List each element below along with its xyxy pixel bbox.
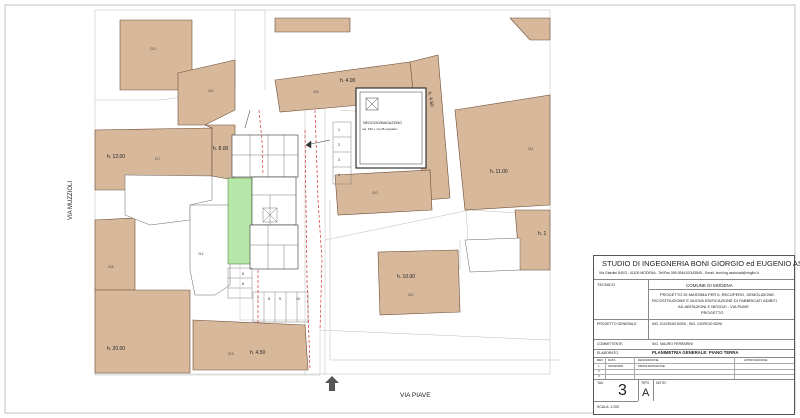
svg-text:213: 213: [228, 352, 234, 356]
svg-text:210: 210: [408, 293, 414, 297]
height-label: h. 11.00: [490, 169, 508, 175]
svg-text:2: 2: [338, 143, 340, 147]
svg-text:213: 213: [150, 47, 156, 51]
building-top-right: [509, 17, 551, 41]
svg-text:5: 5: [242, 272, 244, 276]
svg-text:219: 219: [313, 90, 319, 94]
tb-header: STUDIO DI INGEGNERIA BONI GIORGIO ed EUG…: [594, 256, 800, 280]
svg-text:211: 211: [528, 147, 533, 151]
studio-name: STUDIO DI INGEGNERIA BONI GIORGIO ed EUG…: [602, 259, 800, 268]
title-block: STUDIO DI INGEGNERIA BONI GIORGIO ed EUG…: [593, 255, 800, 415]
block-middle: [251, 176, 297, 226]
height-label: h. 10.00: [397, 274, 415, 280]
tb-scale: SCALA: 1:200: [594, 401, 638, 414]
street-via-piave: VIA PIAVE: [400, 392, 431, 399]
svg-text:4: 4: [338, 173, 340, 177]
building-1000: [377, 249, 461, 316]
svg-text:218: 218: [108, 265, 114, 269]
height-label: h. 4.50: [250, 350, 266, 356]
building-218: [94, 217, 136, 291]
tecnico-label: TECNICO: [597, 282, 615, 287]
svg-text:210: 210: [372, 191, 378, 195]
block-south: [249, 224, 299, 270]
height-label: h. 8.00: [213, 146, 229, 152]
green-area: [227, 177, 253, 265]
white-blocks: [124, 174, 521, 296]
building-2000: [94, 289, 191, 374]
block-north: [231, 134, 299, 178]
tipo-value: A: [642, 387, 650, 399]
building-211: [454, 94, 551, 211]
magazzino-sub: mq. 150 + mq 45 soppalco: [362, 127, 398, 131]
svg-text:216: 216: [208, 89, 214, 93]
svg-text:9: 9: [279, 297, 281, 301]
svg-text:3: 3: [338, 158, 340, 162]
entry-arrow-icon: [325, 376, 339, 391]
svg-text:214: 214: [198, 252, 204, 256]
height-label: h. 20.00: [107, 346, 125, 352]
height-label: h. 4.00: [340, 78, 356, 84]
tb-revisions: REV. DATA DESCRIZIONE APPROVAZIONE 1 30/…: [594, 357, 794, 380]
street-via-muzzioli: VIA MUZZIOLI: [68, 181, 74, 220]
svg-text:6: 6: [242, 282, 244, 286]
svg-text:10: 10: [296, 297, 300, 301]
svg-text:1: 1: [338, 128, 340, 132]
tav-number: 3: [618, 382, 627, 399]
tb-tav: TAV. 3 TIPO A NOTE:: [597, 379, 667, 401]
tb-project: TECNICO COMUNE DI MODENA PROGETTO DI MAS…: [594, 279, 794, 340]
svg-text:7: 7: [257, 297, 259, 301]
comune: COMUNE DI MODENA: [686, 283, 733, 288]
svg-text:8: 8: [268, 297, 270, 301]
building-top-strip: [274, 17, 351, 33]
height-label: h. 1: [538, 231, 547, 237]
height-label: h. 12.00: [107, 154, 125, 160]
svg-text:217: 217: [155, 157, 161, 161]
studio-address: Via Giardini 840/3 - 41100 MODENA - Tel/…: [599, 271, 759, 275]
magazzino-title: NEGOZIO/MAGAZZINO: [363, 121, 402, 125]
building-210: [334, 169, 433, 216]
building-450: [192, 319, 309, 371]
